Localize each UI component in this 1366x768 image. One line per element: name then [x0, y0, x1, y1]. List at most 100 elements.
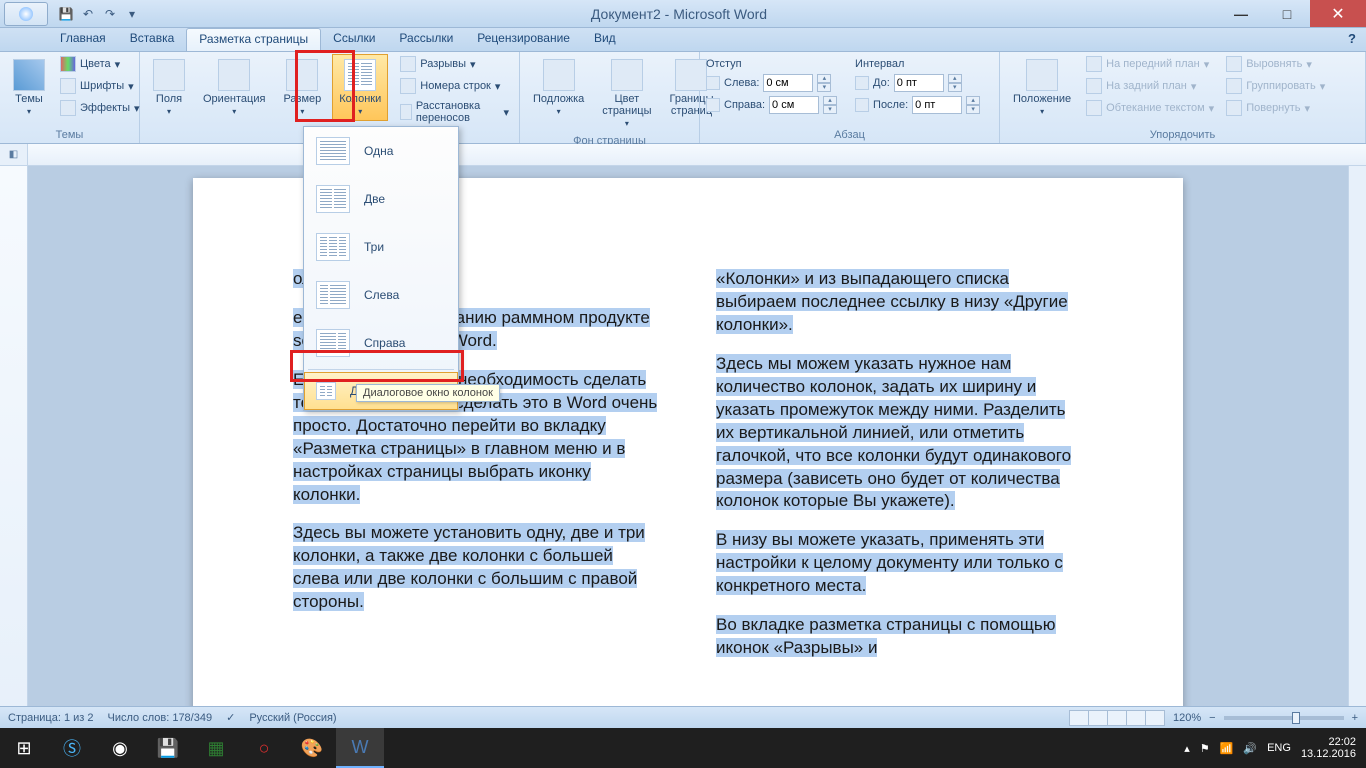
view-full-screen[interactable]: [1088, 710, 1108, 726]
spin-down[interactable]: ▾: [948, 83, 962, 92]
columns-button[interactable]: Колонки▾: [332, 54, 388, 121]
tab-mailings[interactable]: Рассылки: [387, 28, 465, 51]
spacing-before-input[interactable]: [894, 74, 944, 92]
page-viewport[interactable]: олбцы в Ворде ема посвящена созданию рам…: [28, 166, 1348, 716]
spin-down[interactable]: ▾: [966, 105, 980, 114]
send-back-button[interactable]: На задний план ▾: [1082, 76, 1218, 96]
save-icon[interactable]: 💾: [58, 6, 74, 22]
tab-insert[interactable]: Вставка: [118, 28, 187, 51]
spin-down[interactable]: ▾: [823, 105, 837, 114]
window-controls: — □ ✕: [1218, 0, 1366, 27]
status-bar: Страница: 1 из 2 Число слов: 178/349 ✓ Р…: [0, 706, 1366, 728]
one-column-icon: [316, 137, 350, 165]
columns-one[interactable]: Одна: [304, 127, 458, 175]
page-color-button[interactable]: Цвет страницы▾: [595, 54, 658, 133]
bring-front-button[interactable]: На передний план ▾: [1082, 54, 1218, 74]
spin-down[interactable]: ▾: [817, 83, 831, 92]
columns-right[interactable]: Справа: [304, 319, 458, 367]
spin-up[interactable]: ▴: [966, 96, 980, 105]
tray-language[interactable]: ENG: [1267, 742, 1291, 754]
size-button[interactable]: Размер▾: [276, 54, 328, 121]
tray-network-icon[interactable]: 📶: [1220, 742, 1234, 755]
view-print-layout[interactable]: [1069, 710, 1089, 726]
tray-chevron-icon[interactable]: ▴: [1184, 742, 1190, 755]
office-button[interactable]: [4, 2, 48, 26]
tab-references[interactable]: Ссылки: [321, 28, 387, 51]
taskbar-paint[interactable]: 🎨: [288, 728, 336, 768]
close-button[interactable]: ✕: [1310, 0, 1366, 27]
spacing-after-input[interactable]: [912, 96, 962, 114]
zoom-in[interactable]: +: [1352, 712, 1358, 724]
redo-icon[interactable]: ↷: [102, 6, 118, 22]
columns-three[interactable]: Три: [304, 223, 458, 271]
watermark-button[interactable]: Подложка▾: [526, 54, 591, 121]
status-language[interactable]: Русский (Россия): [249, 712, 336, 724]
tray-flag-icon[interactable]: ⚑: [1200, 742, 1210, 755]
system-tray: ▴ ⚑ 📶 🔊 ENG 22:0213.12.2016: [1184, 736, 1366, 760]
theme-colors[interactable]: Цвета ▾: [56, 54, 144, 74]
columns-two[interactable]: Две: [304, 175, 458, 223]
align-button[interactable]: Выровнять ▾: [1222, 54, 1329, 74]
view-web-layout[interactable]: [1107, 710, 1127, 726]
line-numbers-button[interactable]: Номера строк ▾: [396, 76, 513, 96]
themes-button[interactable]: Темы▾: [6, 54, 52, 121]
columns-left[interactable]: Слева: [304, 271, 458, 319]
spin-up[interactable]: ▴: [823, 96, 837, 105]
hyphenation-button[interactable]: Расстановка переносов ▾: [396, 98, 513, 126]
orientation-button[interactable]: Ориентация▾: [196, 54, 272, 121]
rotate-button[interactable]: Повернуть ▾: [1222, 98, 1329, 118]
vertical-ruler[interactable]: [0, 166, 28, 716]
selected-text: «Колонки» и из выпадающего списка выбира…: [716, 269, 1068, 334]
margins-button[interactable]: Поля▾: [146, 54, 192, 121]
view-outline[interactable]: [1126, 710, 1146, 726]
taskbar-chrome[interactable]: ◉: [96, 728, 144, 768]
tab-home[interactable]: Главная: [48, 28, 118, 51]
help-button[interactable]: ?: [1338, 28, 1366, 51]
spin-up[interactable]: ▴: [948, 74, 962, 83]
indent-right-input[interactable]: [769, 96, 819, 114]
start-button[interactable]: ⊞: [0, 728, 48, 768]
qat-customize-icon[interactable]: ▾: [124, 6, 140, 22]
hyphenation-icon: [400, 104, 412, 120]
group-arrange: Положение▾ На передний план ▾ На задний …: [1000, 52, 1366, 143]
zoom-thumb[interactable]: [1292, 712, 1300, 724]
spin-up[interactable]: ▴: [817, 74, 831, 83]
taskbar-skype[interactable]: Ⓢ: [48, 728, 96, 768]
theme-effects[interactable]: Эффекты ▾: [56, 98, 144, 118]
taskbar-excel[interactable]: ▦: [192, 728, 240, 768]
effects-icon: [60, 100, 76, 116]
tray-clock[interactable]: 22:0213.12.2016: [1301, 736, 1356, 760]
view-draft[interactable]: [1145, 710, 1165, 726]
ruler-corner[interactable]: ◧: [0, 144, 28, 165]
taskbar-opera[interactable]: ○: [240, 728, 288, 768]
horizontal-ruler[interactable]: [28, 144, 1366, 165]
tab-review[interactable]: Рецензирование: [465, 28, 582, 51]
breaks-button[interactable]: Разрывы ▾: [396, 54, 513, 74]
undo-icon[interactable]: ↶: [80, 6, 96, 22]
tray-volume-icon[interactable]: 🔊: [1243, 742, 1257, 755]
group-button[interactable]: Группировать ▾: [1222, 76, 1329, 96]
text-wrap-button[interactable]: Обтекание текстом ▾: [1082, 98, 1218, 118]
vertical-scrollbar[interactable]: [1348, 166, 1366, 716]
page-color-icon: [611, 59, 643, 91]
tab-view[interactable]: Вид: [582, 28, 628, 51]
status-page[interactable]: Страница: 1 из 2: [8, 712, 94, 724]
text-column-2[interactable]: «Колонки» и из выпадающего списка выбира…: [716, 268, 1083, 676]
theme-fonts[interactable]: Шрифты ▾: [56, 76, 144, 96]
taskbar: ⊞ Ⓢ ◉ 💾 ▦ ○ 🎨 W ▴ ⚑ 📶 🔊 ENG 22:0213.12.2…: [0, 728, 1366, 768]
position-button[interactable]: Положение▾: [1006, 54, 1078, 121]
bring-front-icon: [1086, 56, 1102, 72]
status-proofing-icon[interactable]: ✓: [226, 711, 235, 724]
zoom-out[interactable]: −: [1209, 712, 1215, 724]
tab-page-layout[interactable]: Разметка страницы: [186, 28, 321, 51]
zoom-slider[interactable]: [1224, 716, 1344, 720]
maximize-button[interactable]: □: [1264, 0, 1310, 27]
taskbar-save[interactable]: 💾: [144, 728, 192, 768]
group-paragraph: Отступ Слева:▴▾ Справа:▴▾ Интервал До:▴▾…: [700, 52, 1000, 143]
zoom-level[interactable]: 120%: [1173, 712, 1201, 724]
indent-left-input[interactable]: [763, 74, 813, 92]
status-words[interactable]: Число слов: 178/349: [108, 712, 213, 724]
minimize-button[interactable]: —: [1218, 0, 1264, 27]
window-title: Документ2 - Microsoft Word: [140, 6, 1218, 22]
taskbar-word[interactable]: W: [336, 728, 384, 768]
